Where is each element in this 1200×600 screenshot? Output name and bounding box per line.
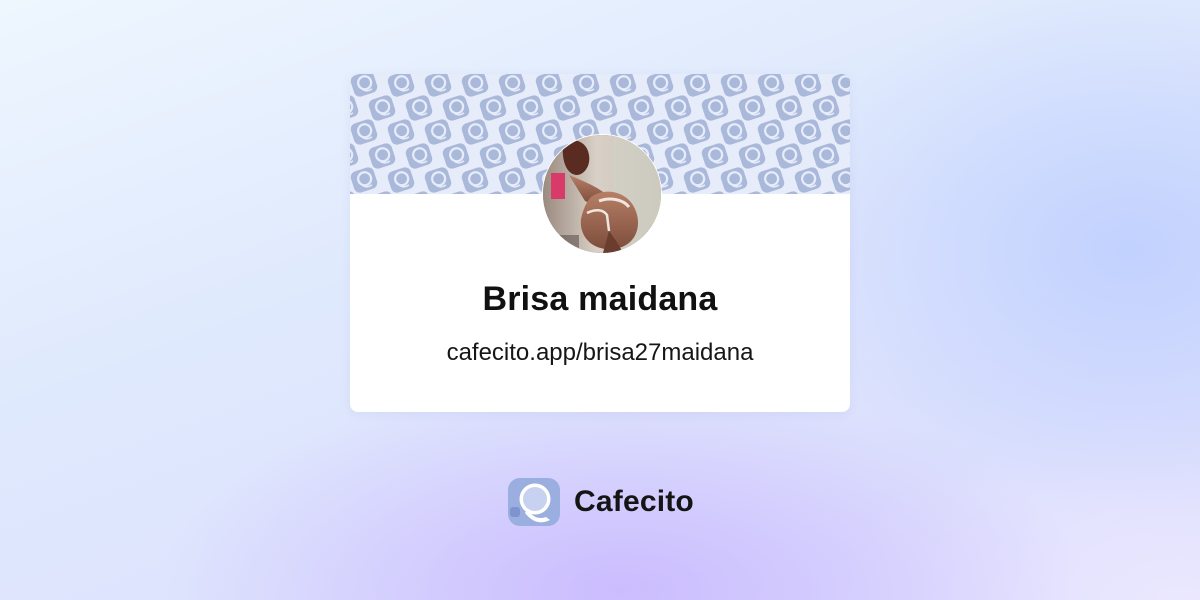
coffee-cup-icon: [738, 143, 766, 169]
coffee-cup-icon: [849, 143, 850, 169]
coffee-cup-icon: [368, 95, 396, 121]
coffee-cup-icon: [646, 119, 674, 145]
coffee-cup-icon: [720, 119, 748, 145]
coffee-cup-icon: [775, 95, 803, 121]
coffee-cup-icon: [812, 95, 840, 121]
coffee-cup-icon: [479, 95, 507, 121]
coffee-cup-icon: [812, 143, 840, 169]
coffee-cup-icon: [683, 167, 711, 193]
coffee-cup-icon: [535, 74, 563, 97]
coffee-cup-icon: [498, 167, 526, 193]
coffee-cup-icon: [498, 119, 526, 145]
cafecito-cup-logo-icon: [508, 478, 560, 526]
profile-name: Brisa maidana: [482, 280, 718, 318]
coffee-cup-icon: [350, 95, 359, 121]
coffee-cup-icon: [701, 95, 729, 121]
profile-url[interactable]: cafecito.app/brisa27maidana: [350, 338, 850, 368]
coffee-cup-icon: [387, 74, 415, 97]
coffee-cup-icon: [405, 143, 433, 169]
coffee-cup-icon: [849, 191, 850, 194]
brand-footer[interactable]: Cafecito: [508, 476, 694, 528]
coffee-cup-icon: [757, 167, 785, 193]
profile-photo: [543, 135, 661, 253]
profile-card: Brisa maidana cafecito.app/brisa27maidan…: [350, 74, 850, 412]
coffee-cup-icon: [350, 143, 359, 169]
coffee-cup-icon: [442, 95, 470, 121]
avatar[interactable]: [542, 134, 662, 254]
coffee-cup-icon: [794, 167, 822, 193]
coffee-cup-icon: [498, 74, 526, 97]
coffee-cup-icon: [664, 95, 692, 121]
coffee-cup-icon: [683, 74, 711, 97]
coffee-cup-icon: [794, 119, 822, 145]
coffee-cup-icon: [720, 167, 748, 193]
coffee-cup-icon: [516, 143, 544, 169]
coffee-cup-icon: [627, 95, 655, 121]
coffee-cup-icon: [664, 143, 692, 169]
coffee-cup-icon: [646, 74, 674, 97]
coffee-cup-icon: [387, 119, 415, 145]
brand-name: Cafecito: [574, 485, 694, 518]
coffee-cup-icon: [479, 143, 507, 169]
coffee-cup-icon: [461, 119, 489, 145]
coffee-cup-icon: [757, 119, 785, 145]
coffee-cup-icon: [535, 119, 563, 145]
coffee-cup-icon: [387, 167, 415, 193]
coffee-cup-icon: [738, 95, 766, 121]
coffee-cup-icon: [350, 167, 378, 193]
coffee-cup-icon: [368, 143, 396, 169]
coffee-cup-icon: [424, 74, 452, 97]
coffee-cup-icon: [609, 74, 637, 97]
coffee-cup-icon: [831, 167, 850, 193]
coffee-cup-icon: [831, 119, 850, 145]
coffee-cup-icon: [683, 119, 711, 145]
coffee-cup-icon: [461, 74, 489, 97]
coffee-cup-icon: [424, 119, 452, 145]
coffee-cup-icon: [350, 74, 378, 97]
coffee-cup-icon: [794, 74, 822, 97]
coffee-cup-icon: [424, 167, 452, 193]
coffee-cup-icon: [461, 167, 489, 193]
coffee-cup-icon: [831, 74, 850, 97]
coffee-cup-icon: [701, 143, 729, 169]
coffee-cup-icon: [350, 119, 378, 145]
coffee-cup-icon: [757, 74, 785, 97]
coffee-cup-icon: [590, 95, 618, 121]
coffee-cup-icon: [775, 143, 803, 169]
coffee-cup-icon: [720, 74, 748, 97]
coffee-cup-icon: [572, 74, 600, 97]
coffee-cup-icon: [516, 95, 544, 121]
coffee-cup-icon: [553, 95, 581, 121]
coffee-cup-icon: [849, 95, 850, 121]
coffee-cup-icon: [405, 95, 433, 121]
coffee-cup-icon: [442, 143, 470, 169]
